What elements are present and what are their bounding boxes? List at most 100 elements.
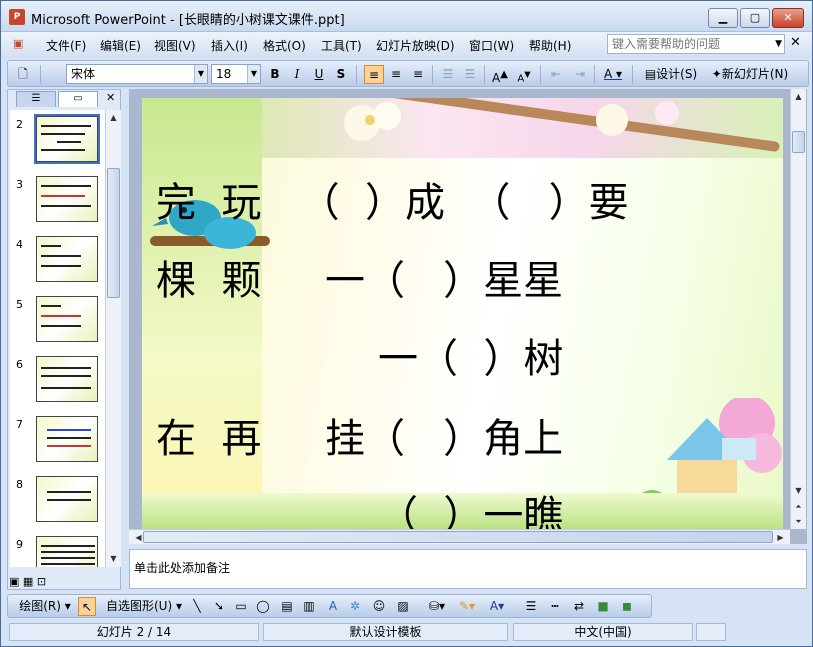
font-size-select[interactable]: 18 ▼ xyxy=(211,64,261,84)
tab-outline[interactable]: ☰ xyxy=(16,91,56,107)
design-button[interactable]: ▤设计(S) xyxy=(636,65,706,84)
chevron-down-icon[interactable]: ▼ xyxy=(775,35,782,53)
help-search-input[interactable]: 键入需要帮助的问题 ▼ xyxy=(607,34,785,54)
slide-scrollbar[interactable]: ▲ ▼ ⏶ ⏷ xyxy=(790,89,806,529)
wordart-icon[interactable]: A xyxy=(324,597,342,616)
menu-tools[interactable]: 工具(T) xyxy=(321,37,362,54)
align-center-icon[interactable]: ≡ xyxy=(386,65,406,84)
slide-sorter-icon[interactable]: ▦ xyxy=(23,575,33,588)
line-icon[interactable]: ╲ xyxy=(188,597,206,616)
new-slide-button[interactable]: ✦新幻灯片(N) xyxy=(708,65,792,84)
dash-style-icon[interactable]: ┅ xyxy=(546,597,564,616)
slide-thumbnail[interactable]: 9 xyxy=(10,532,106,567)
scrollbar-thumb[interactable] xyxy=(107,168,120,298)
menu-window[interactable]: 窗口(W) xyxy=(469,37,514,54)
menu-slideshow[interactable]: 幻灯片放映(D) xyxy=(376,37,455,54)
shadow-style-icon[interactable]: ■ xyxy=(594,597,612,616)
close-button[interactable]: ✕ xyxy=(772,8,804,28)
thumbnail-image xyxy=(36,176,98,222)
slide-thumbnail[interactable]: 2 xyxy=(10,112,106,168)
italic-button[interactable]: I xyxy=(288,65,306,84)
close-icon: ✕ xyxy=(783,11,793,24)
slide-thumbnail[interactable]: 7 xyxy=(10,412,106,468)
clipart-icon[interactable]: ☺ xyxy=(370,597,388,616)
numbered-list-icon[interactable]: ☰ xyxy=(438,65,458,84)
restore-button[interactable]: ▢ xyxy=(740,8,770,28)
scrollbar-thumb[interactable] xyxy=(143,531,773,543)
powerpoint-app-icon[interactable]: P xyxy=(9,9,25,25)
line-style-icon[interactable]: ☰ xyxy=(522,597,540,616)
picture-icon[interactable]: ▨ xyxy=(394,597,412,616)
slide-text-line[interactable]: 一（ ）树 xyxy=(378,326,563,384)
doc-close-icon[interactable]: ✕ xyxy=(790,35,801,50)
normal-view-icon[interactable]: ▣ xyxy=(9,575,19,588)
slide-thumbnail[interactable]: 6 xyxy=(10,352,106,408)
panel-tabs: ☰ ▭ ✕ xyxy=(8,90,120,108)
draw-menu-button[interactable]: 绘图(R) ▾ xyxy=(14,597,76,616)
document-icon[interactable]: ▣ xyxy=(13,37,23,50)
tab-slides[interactable]: ▭ xyxy=(58,91,98,107)
underline-button[interactable]: U xyxy=(310,65,328,84)
slide-number: 5 xyxy=(16,298,23,311)
thumbnails-scrollbar[interactable]: ▲ ▼ xyxy=(105,110,121,567)
scroll-up-icon[interactable]: ▲ xyxy=(106,110,121,125)
select-pointer-icon[interactable]: ↖ xyxy=(78,597,96,616)
notes-pane[interactable]: 单击此处添加备注 xyxy=(129,549,807,589)
panel-close-icon[interactable]: ✕ xyxy=(106,91,115,104)
align-right-icon[interactable]: ≡ xyxy=(408,65,428,84)
scroll-up-icon[interactable]: ▲ xyxy=(791,89,806,104)
menu-insert[interactable]: 插入(I) xyxy=(211,37,248,54)
font-color-icon[interactable]: A ▾ xyxy=(598,65,628,84)
menu-edit[interactable]: 编辑(E) xyxy=(100,37,141,54)
vertical-textbox-icon[interactable]: ▥ xyxy=(300,597,318,616)
bullet-list-icon[interactable]: ☰ xyxy=(460,65,480,84)
menu-file[interactable]: 文件(F) xyxy=(46,37,86,54)
slide-text-line[interactable]: （ ）一瞧 xyxy=(378,483,563,530)
horizontal-scrollbar[interactable]: ◀ ▶ xyxy=(129,529,790,544)
font-name-select[interactable]: 宋体 ▼ xyxy=(66,64,208,84)
slide-thumbnail[interactable]: 5 xyxy=(10,292,106,348)
decrease-font-icon[interactable]: A▼ xyxy=(514,65,534,84)
slideshow-icon[interactable]: ⊡ xyxy=(37,575,46,588)
arrow-style-icon[interactable]: ⇄ xyxy=(570,597,588,616)
slide-text-line[interactable]: 棵 颗 一（ ）星星 xyxy=(156,248,563,306)
thumbnail-image xyxy=(36,236,98,282)
menu-view[interactable]: 视图(V) xyxy=(154,37,196,54)
scroll-right-icon[interactable]: ▶ xyxy=(773,530,788,545)
arrow-icon[interactable]: ➘ xyxy=(210,597,228,616)
new-document-icon[interactable]: 🗋 xyxy=(14,65,32,84)
increase-indent-icon[interactable]: ⇥ xyxy=(570,65,590,84)
oval-icon[interactable]: ◯ xyxy=(254,597,272,616)
textbox-icon[interactable]: ▤ xyxy=(278,597,296,616)
align-left-icon[interactable]: ≡ xyxy=(364,65,384,84)
shadow-button[interactable]: S xyxy=(332,65,350,84)
increase-font-icon[interactable]: A▲ xyxy=(490,65,510,85)
scrollbar-thumb[interactable] xyxy=(792,131,805,153)
autoshapes-button[interactable]: 自选图形(U) ▾ xyxy=(104,597,184,616)
slide-number: 8 xyxy=(16,478,23,491)
toolbar-separator xyxy=(40,65,41,84)
slide-text-line[interactable]: 在 再 挂（ ）角上 xyxy=(156,406,563,464)
rectangle-icon[interactable]: ▭ xyxy=(232,597,250,616)
menu-format[interactable]: 格式(O) xyxy=(263,37,306,54)
slide-text-line[interactable]: 完 玩 （ ）成 （ ）要 xyxy=(156,170,629,228)
slide-thumbnail[interactable]: 4 xyxy=(10,232,106,288)
scroll-down-icon[interactable]: ▼ xyxy=(791,483,806,498)
slide-thumbnail[interactable]: 8 xyxy=(10,472,106,528)
previous-slide-icon[interactable]: ⏶ xyxy=(791,499,806,514)
chevron-down-icon[interactable]: ▼ xyxy=(247,65,260,83)
bold-button[interactable]: B xyxy=(266,65,284,84)
menu-help[interactable]: 帮助(H) xyxy=(529,37,571,54)
slide-canvas[interactable]: 完 玩 （ ）成 （ ）要 棵 颗 一（ ）星星 一（ ）树 在 再 挂（ ）角… xyxy=(142,98,783,530)
fill-color-icon[interactable]: ⛁▾ xyxy=(424,597,450,616)
minimize-button[interactable]: ▁ xyxy=(708,8,738,28)
decrease-indent-icon[interactable]: ⇤ xyxy=(546,65,566,84)
chevron-down-icon[interactable]: ▼ xyxy=(194,65,207,83)
next-slide-icon[interactable]: ⏷ xyxy=(791,514,806,529)
font-color-icon[interactable]: A▾ xyxy=(484,597,510,616)
diagram-icon[interactable]: ✲ xyxy=(346,597,364,616)
slide-thumbnail[interactable]: 3 xyxy=(10,172,106,228)
3d-style-icon[interactable]: ◼ xyxy=(618,597,636,616)
scroll-down-icon[interactable]: ▼ xyxy=(106,551,121,566)
line-color-icon[interactable]: ✎▾ xyxy=(454,597,480,616)
